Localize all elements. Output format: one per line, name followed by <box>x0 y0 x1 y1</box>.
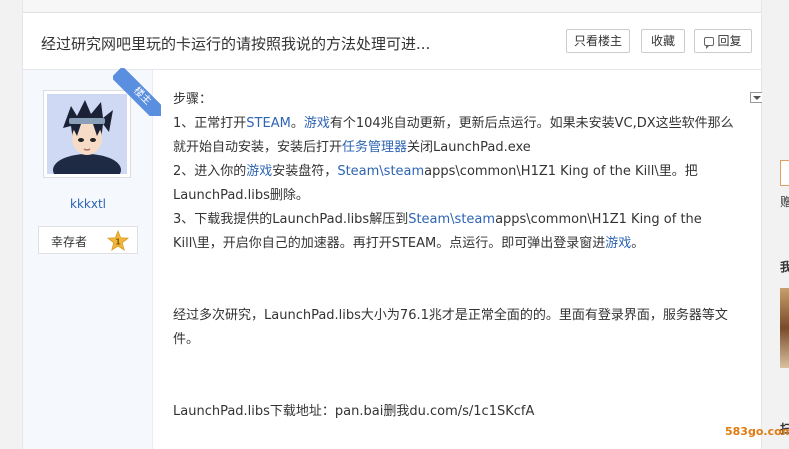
watermark: 583go.com <box>725 425 789 438</box>
inline-link[interactable]: 游戏 <box>304 116 330 131</box>
post-paragraph: 1、正常打开STEAM。游戏有个104兆自动更新，更新后点运行。如果未安装VC,… <box>173 112 738 160</box>
reply-icon <box>704 37 715 49</box>
post-paragraph: LaunchPad.libs下载地址：pan.bai删我du.com/s/1c1… <box>173 400 738 424</box>
inline-link[interactable]: 游戏 <box>246 164 272 179</box>
op-badge-label: 楼主 <box>113 68 161 116</box>
inline-link[interactable]: 任务管理器 <box>342 140 407 155</box>
thread-header: 经过研究网吧里玩的卡运行的请按照我说的方法处理可进... 只看楼主 收藏 回复 <box>22 12 762 70</box>
level-number: 1 <box>115 238 121 247</box>
post-paragraph: 经过多次研究，LaunchPad.libs大小为76.1兆才是正常全面的的。里面… <box>173 304 738 352</box>
sidebar-glyph-1: 赠 <box>780 195 789 209</box>
sidebar-input[interactable] <box>780 160 789 186</box>
sidebar-thumbnail[interactable] <box>780 288 789 368</box>
post-paragraph: 2、进入你的游戏安装盘符，Steam\steamapps\common\H1Z1… <box>173 160 738 208</box>
post-text: 1、正常打开 <box>173 116 247 131</box>
post-text: 。 <box>631 236 645 251</box>
post-paragraph: 步骤： <box>173 88 738 112</box>
post-text: 关闭LaunchPad.exe <box>407 140 531 155</box>
level-star-icon: 1 <box>107 230 129 251</box>
only-op-button[interactable]: 只看楼主 <box>566 29 630 53</box>
sidebar-glyph-2: 我 <box>780 260 789 274</box>
post-text: 2、进入你的 <box>173 164 247 179</box>
reply-button[interactable]: 回复 <box>694 29 752 53</box>
top-strip <box>22 0 762 12</box>
author-column: kkkxtl 幸存者 1 <box>23 70 153 449</box>
favorite-button[interactable]: 收藏 <box>641 29 685 53</box>
page: 经过研究网吧里玩的卡运行的请按照我说的方法处理可进... 只看楼主 收藏 回复 <box>0 0 789 449</box>
right-sidebar: 赠 我 扫 <box>762 0 789 449</box>
inline-link[interactable]: Steam\steam <box>337 164 424 179</box>
thread-title: 经过研究网吧里玩的卡运行的请按照我说的方法处理可进... <box>41 35 431 53</box>
author-name[interactable]: kkkxtl <box>23 197 153 211</box>
post-text: 经过多次研究，LaunchPad.libs大小为76.1兆才是正常全面的的。里面… <box>173 308 728 347</box>
post-paragraph: 3、下载我提供的LaunchPad.libs解压到Steam\steamapps… <box>173 208 738 256</box>
inline-link[interactable]: STEAM <box>246 116 291 131</box>
post-text: 。 <box>290 116 304 131</box>
post-text: 步骤： <box>173 92 213 107</box>
post-text: LaunchPad.libs下载地址：pan.bai删我du.com/s/1c1… <box>173 404 535 419</box>
post-text: 安装盘符， <box>272 164 338 179</box>
level-title: 幸存者 <box>51 235 88 249</box>
post-text: 3、下载我提供的LaunchPad.libs解压到 <box>173 212 409 227</box>
inline-link[interactable]: Steam\steam <box>408 212 495 227</box>
post: kkkxtl 幸存者 1 楼主 步骤： 1、正常打开STEAM。游戏有个104兆自… <box>22 68 763 449</box>
reply-button-label: 回复 <box>717 34 742 48</box>
level-badge-box[interactable]: 幸存者 1 <box>38 226 138 254</box>
op-ribbon: 楼主 <box>113 68 161 116</box>
inline-link[interactable]: 游戏 <box>605 236 631 251</box>
post-content: 步骤： 1、正常打开STEAM。游戏有个104兆自动更新，更新后点运行。如果未安装… <box>173 88 738 424</box>
